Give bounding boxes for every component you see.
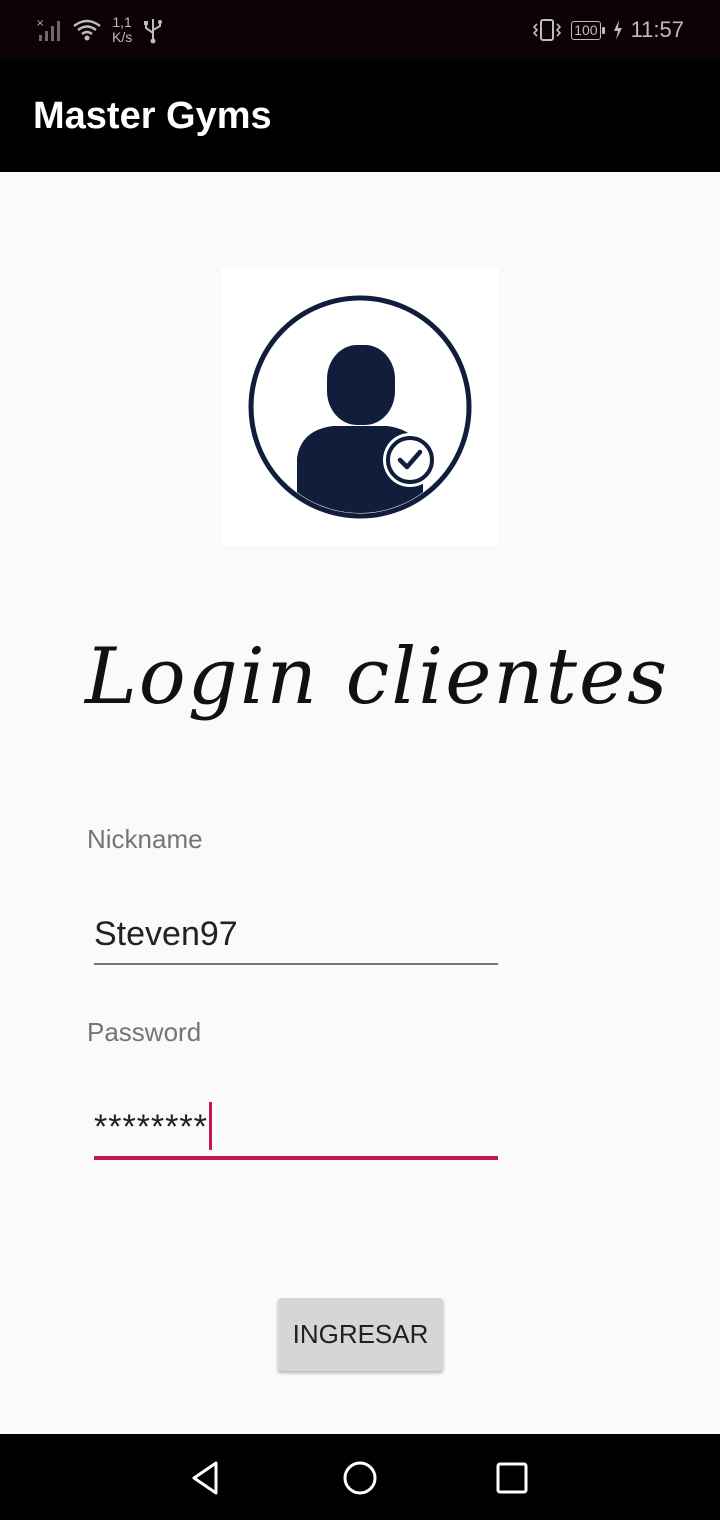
svg-text:×: × bbox=[36, 18, 44, 29]
user-check-image bbox=[221, 268, 499, 546]
back-triangle-icon[interactable] bbox=[186, 1458, 226, 1498]
clock: 11:57 bbox=[630, 17, 684, 42]
nickname-input[interactable]: Steven97 bbox=[94, 902, 498, 965]
nickname-value: Steven97 bbox=[94, 915, 238, 953]
signal-icon: × bbox=[36, 18, 60, 41]
recents-square-icon[interactable] bbox=[492, 1458, 532, 1498]
network-speed-value: 1,1 bbox=[112, 14, 132, 30]
password-label: Password bbox=[87, 1017, 202, 1047]
network-speed: 1,1 K/s bbox=[112, 15, 132, 45]
status-bar: × 1,1 K/s 100 11:57 bbox=[0, 0, 720, 60]
network-speed-unit: K/s bbox=[112, 29, 133, 45]
text-cursor bbox=[208, 1102, 212, 1151]
password-input[interactable]: ******** bbox=[94, 1095, 498, 1160]
home-circle-icon[interactable] bbox=[340, 1458, 380, 1498]
password-value: ******** bbox=[94, 1108, 208, 1146]
navigation-bar bbox=[0, 1434, 720, 1520]
login-heading: Login clientes bbox=[85, 632, 670, 722]
status-right: 100 11:57 bbox=[531, 12, 684, 48]
ingresar-button[interactable]: INGRESAR bbox=[278, 1298, 443, 1371]
user-check-icon bbox=[248, 295, 472, 519]
nickname-label: Nickname bbox=[87, 824, 203, 854]
app-title: Master Gyms bbox=[33, 94, 272, 137]
charging-bolt-icon bbox=[613, 20, 622, 40]
vibrate-icon bbox=[533, 19, 562, 41]
status-left: × 1,1 K/s bbox=[36, 12, 164, 48]
usb-icon bbox=[144, 19, 163, 44]
battery-level: 100 bbox=[571, 20, 605, 40]
app-bar: Master Gyms bbox=[0, 60, 720, 172]
wifi-icon bbox=[73, 19, 101, 41]
